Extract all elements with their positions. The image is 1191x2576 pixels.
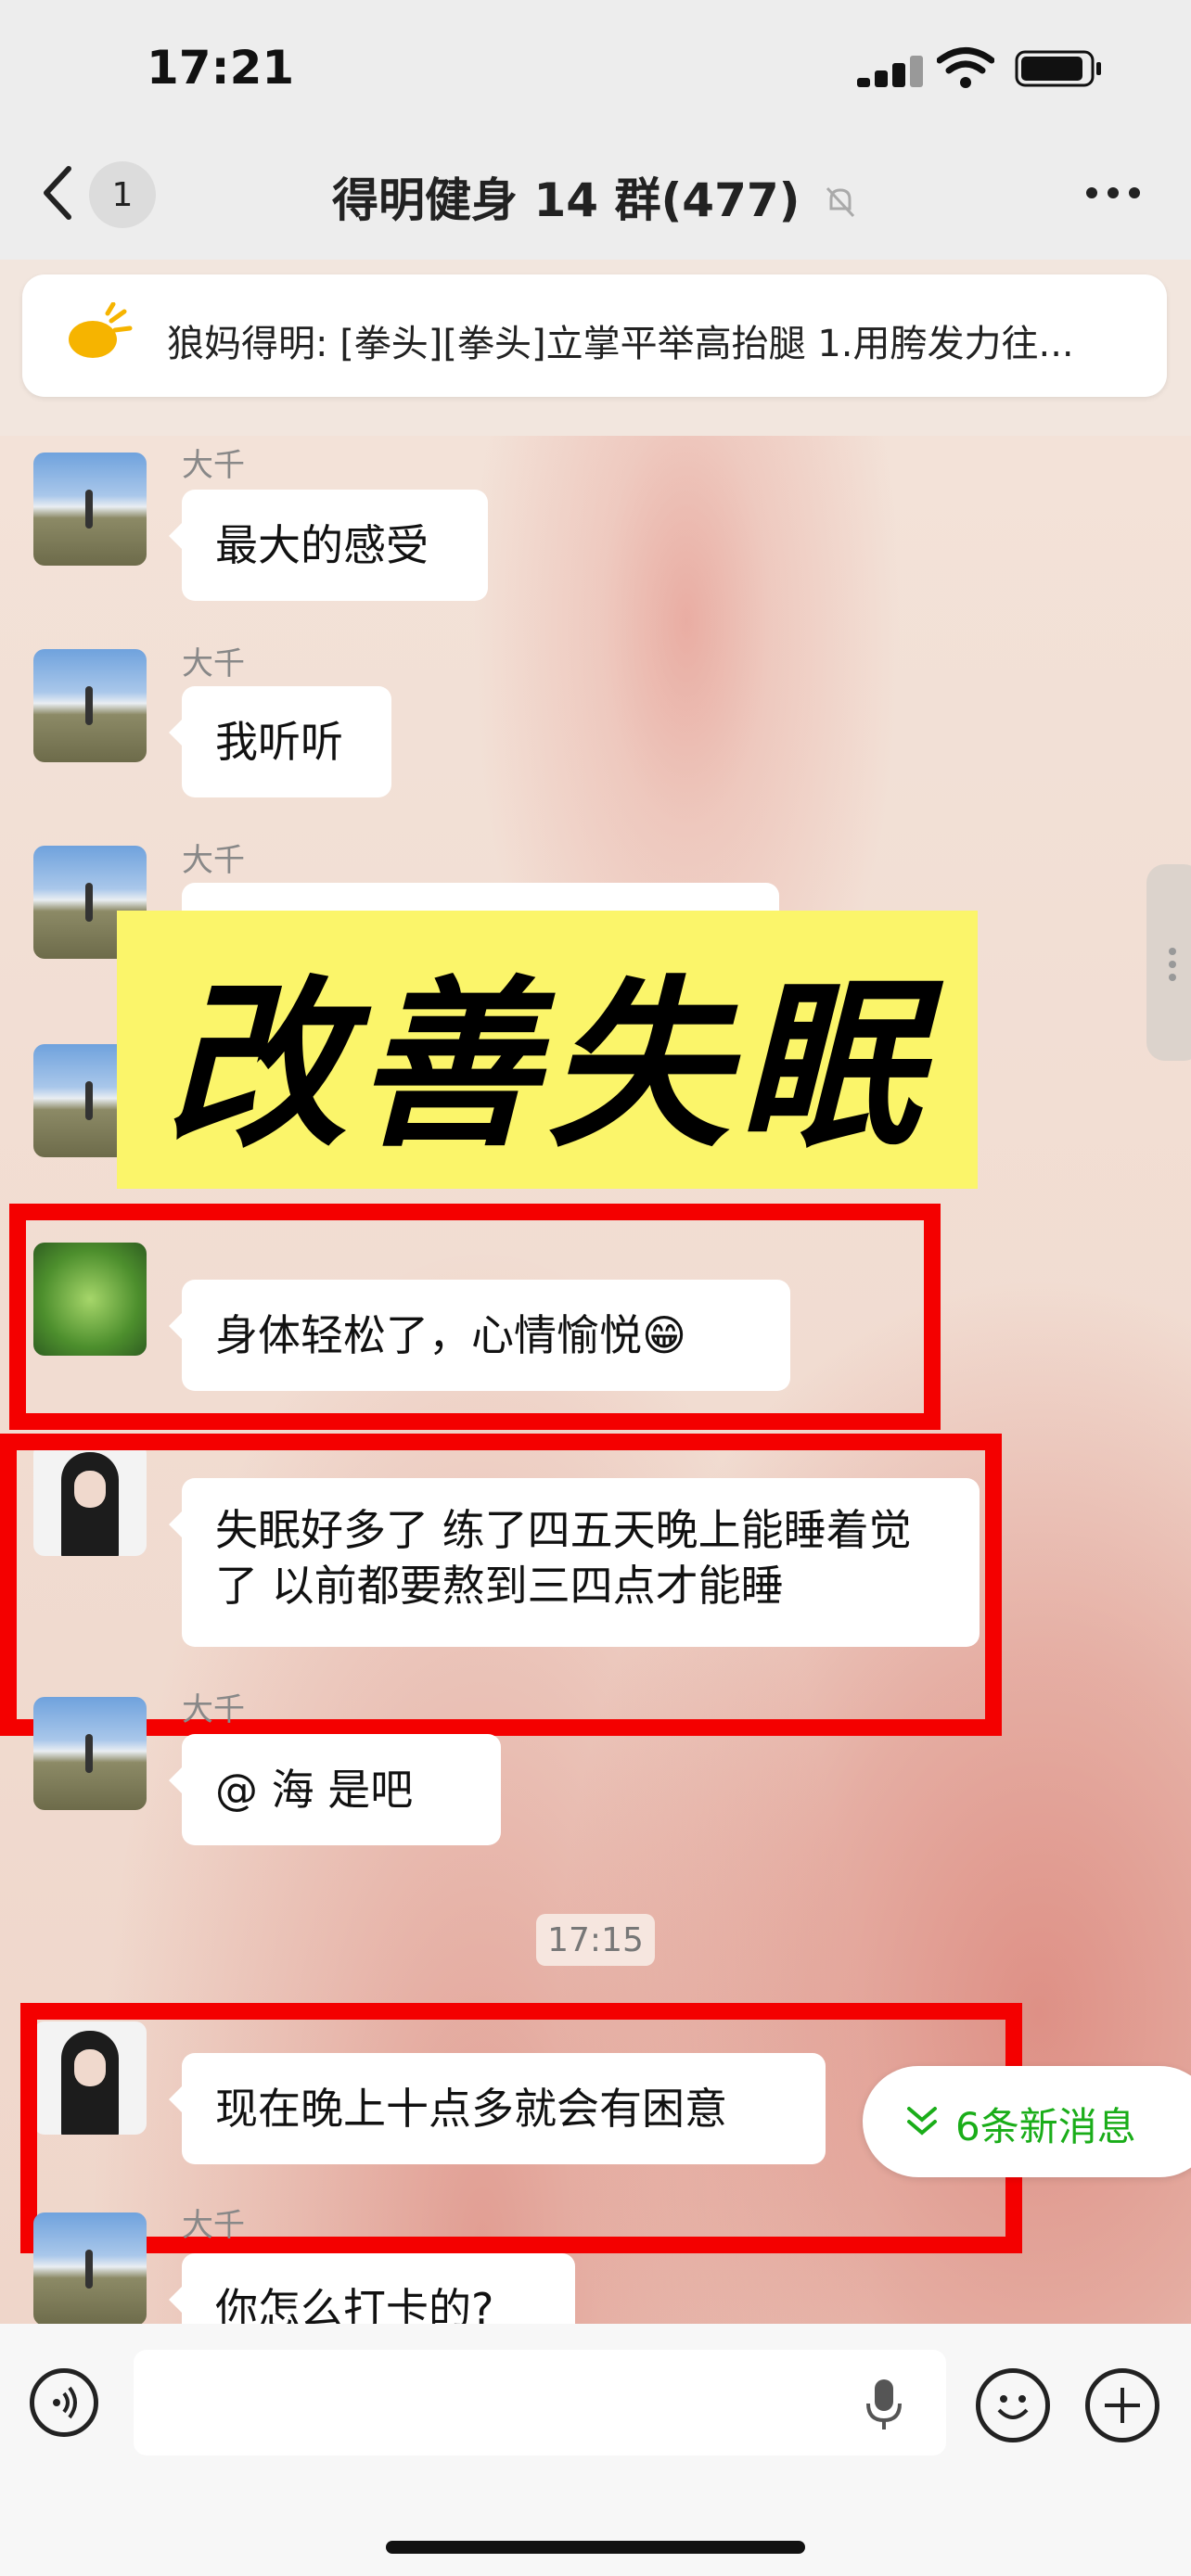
plus-icon[interactable] bbox=[1085, 2368, 1159, 2442]
mute-bell-icon bbox=[822, 177, 859, 231]
page-title: 得明健身 14 群(477) bbox=[0, 163, 1191, 231]
time-divider: 17:15 bbox=[536, 1914, 655, 1966]
sender-name: 大千 bbox=[182, 842, 245, 879]
highlight-box bbox=[9, 1204, 941, 1430]
megaphone-icon bbox=[65, 301, 134, 367]
message-bubble[interactable]: 最大的感受 bbox=[169, 490, 488, 601]
avatar[interactable] bbox=[33, 649, 147, 762]
highlight-box bbox=[0, 1434, 1002, 1736]
home-indicator bbox=[386, 2541, 805, 2554]
overlay-banner-text: 改善失眠 bbox=[164, 960, 929, 1172]
sender-name: 大千 bbox=[182, 2207, 245, 2244]
double-chevron-down-icon bbox=[903, 2103, 941, 2144]
more-dots-icon[interactable] bbox=[1085, 185, 1141, 203]
scroll-handle[interactable] bbox=[1146, 864, 1191, 1061]
message-input[interactable] bbox=[134, 2350, 946, 2455]
avatar[interactable] bbox=[33, 1697, 147, 1810]
group-name: 得明健身 14 群(477) bbox=[332, 173, 800, 227]
avatar[interactable] bbox=[33, 453, 147, 566]
microphone-icon[interactable] bbox=[861, 2376, 907, 2439]
pinned-text: 狼妈得明: [拳头][拳头]立掌平举高抬腿 1.用胯发力往... bbox=[167, 323, 1074, 365]
sender-name: 大千 bbox=[182, 1691, 245, 1728]
message-bubble[interactable]: @ 海 是吧 bbox=[169, 1734, 501, 1845]
battery-icon bbox=[1015, 50, 1104, 91]
signal-icon bbox=[857, 56, 923, 87]
voice-toggle-icon[interactable] bbox=[30, 2368, 98, 2437]
sender-name: 大千 bbox=[182, 447, 245, 484]
new-messages-label[interactable]: 6条新消息 bbox=[955, 2096, 1136, 2152]
wifi-icon bbox=[936, 46, 995, 93]
message-bubble[interactable]: 我听听 bbox=[169, 686, 391, 797]
status-time: 17:21 bbox=[147, 41, 295, 95]
avatar[interactable] bbox=[33, 2213, 147, 2326]
emoji-icon[interactable] bbox=[976, 2368, 1050, 2442]
sender-name: 大千 bbox=[182, 645, 245, 682]
